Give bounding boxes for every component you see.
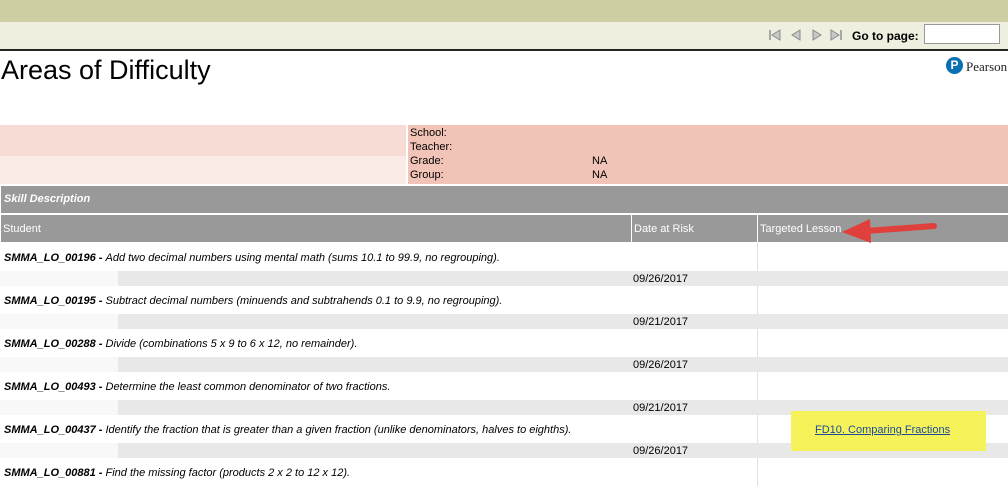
last-page-icon[interactable]: [829, 28, 843, 42]
skill-code: SMMA_LO_00195: [4, 295, 96, 307]
skill-separator: -: [95, 381, 106, 393]
info-panel-left-bottom: [0, 156, 406, 184]
skill-description: SMMA_LO_00195 - Subtract decimal numbers…: [4, 295, 502, 307]
date-at-risk: 09/21/2017: [633, 402, 689, 414]
next-page-icon[interactable]: [810, 28, 824, 42]
group-value: NA: [592, 169, 608, 181]
pearson-logo-text: Pearson: [966, 59, 1008, 74]
skill-description: SMMA_LO_00288 - Divide (combinations 5 x…: [4, 338, 357, 350]
school-label: School:: [410, 127, 447, 139]
annotation-arrow-icon: [842, 219, 937, 243]
column-header-student[interactable]: Student: [1, 215, 631, 242]
skill-code: SMMA_LO_00493: [4, 381, 96, 393]
skill-description: SMMA_LO_00493 - Determine the least comm…: [4, 381, 390, 393]
skill-separator: -: [95, 252, 106, 264]
report-info-panel: School: Teacher: Grade: NA Group: NA: [408, 125, 1008, 184]
top-bar: [0, 0, 1008, 22]
targeted-lesson-link[interactable]: FD10. Comparing Fractions: [815, 424, 950, 436]
pearson-logo-icon: P: [946, 57, 963, 74]
first-page-icon[interactable]: [768, 28, 782, 42]
skill-code: SMMA_LO_00881: [4, 467, 96, 479]
date-at-risk: 09/26/2017: [633, 359, 689, 371]
skill-text: Find the missing factor (products 2 x 2 …: [105, 467, 351, 479]
pearson-logo: P Pearson: [946, 57, 1008, 77]
column-header-date-at-risk[interactable]: Date at Risk: [632, 215, 757, 242]
skill-code: SMMA_LO_00196: [4, 252, 96, 264]
skill-text: Divide (combinations 5 x 9 to 6 x 12, no…: [105, 338, 358, 350]
skill-row: SMMA_LO_00288 - Divide (combinations 5 x…: [0, 329, 1008, 357]
skill-separator: -: [95, 295, 106, 307]
skill-description: SMMA_LO_00881 - Find the missing factor …: [4, 467, 350, 479]
teacher-label: Teacher:: [410, 141, 453, 153]
report-toolbar: Go to page:: [0, 22, 1008, 51]
date-row: 09/26/2017: [0, 357, 1008, 372]
info-panel-left-top: [0, 125, 406, 156]
skill-code: SMMA_LO_00288: [4, 338, 96, 350]
grade-value: NA: [592, 155, 608, 167]
skill-code: SMMA_LO_00437: [4, 424, 96, 436]
skill-text: Identify the fraction that is greater th…: [105, 424, 572, 436]
date-at-risk: 09/26/2017: [633, 445, 689, 457]
skill-text: Determine the least common denominator o…: [105, 381, 391, 393]
skill-row: SMMA_LO_00195 - Subtract decimal numbers…: [0, 286, 1008, 314]
go-to-page-input[interactable]: [924, 24, 1000, 44]
skill-row: SMMA_LO_00196 - Add two decimal numbers …: [0, 243, 1008, 271]
skill-text: Add two decimal numbers using mental mat…: [105, 252, 500, 264]
skill-description-header: Skill Description: [1, 186, 1008, 213]
date-at-risk: 09/26/2017: [633, 273, 689, 285]
go-to-page-label: Go to page:: [852, 29, 919, 43]
skill-separator: -: [95, 467, 106, 479]
skill-separator: -: [95, 338, 106, 350]
date-row: 09/26/2017: [0, 271, 1008, 286]
skill-description: SMMA_LO_00437 - Identify the fraction th…: [4, 424, 571, 436]
skill-row: SMMA_LO_00493 - Determine the least comm…: [0, 372, 1008, 400]
skill-description-header-label: Skill Description: [4, 193, 91, 205]
group-label: Group:: [410, 169, 444, 181]
skill-separator: -: [95, 424, 106, 436]
date-row: 09/21/2017: [0, 314, 1008, 329]
grade-label: Grade:: [410, 155, 444, 167]
skill-description: SMMA_LO_00196 - Add two decimal numbers …: [4, 252, 500, 264]
date-at-risk: 09/21/2017: [633, 316, 689, 328]
page-title: Areas of Difficulty: [1, 55, 211, 85]
skill-text: Subtract decimal numbers (minuends and s…: [105, 295, 503, 307]
skill-row: SMMA_LO_00881 - Find the missing factor …: [0, 458, 1008, 486]
prev-page-icon[interactable]: [789, 28, 803, 42]
